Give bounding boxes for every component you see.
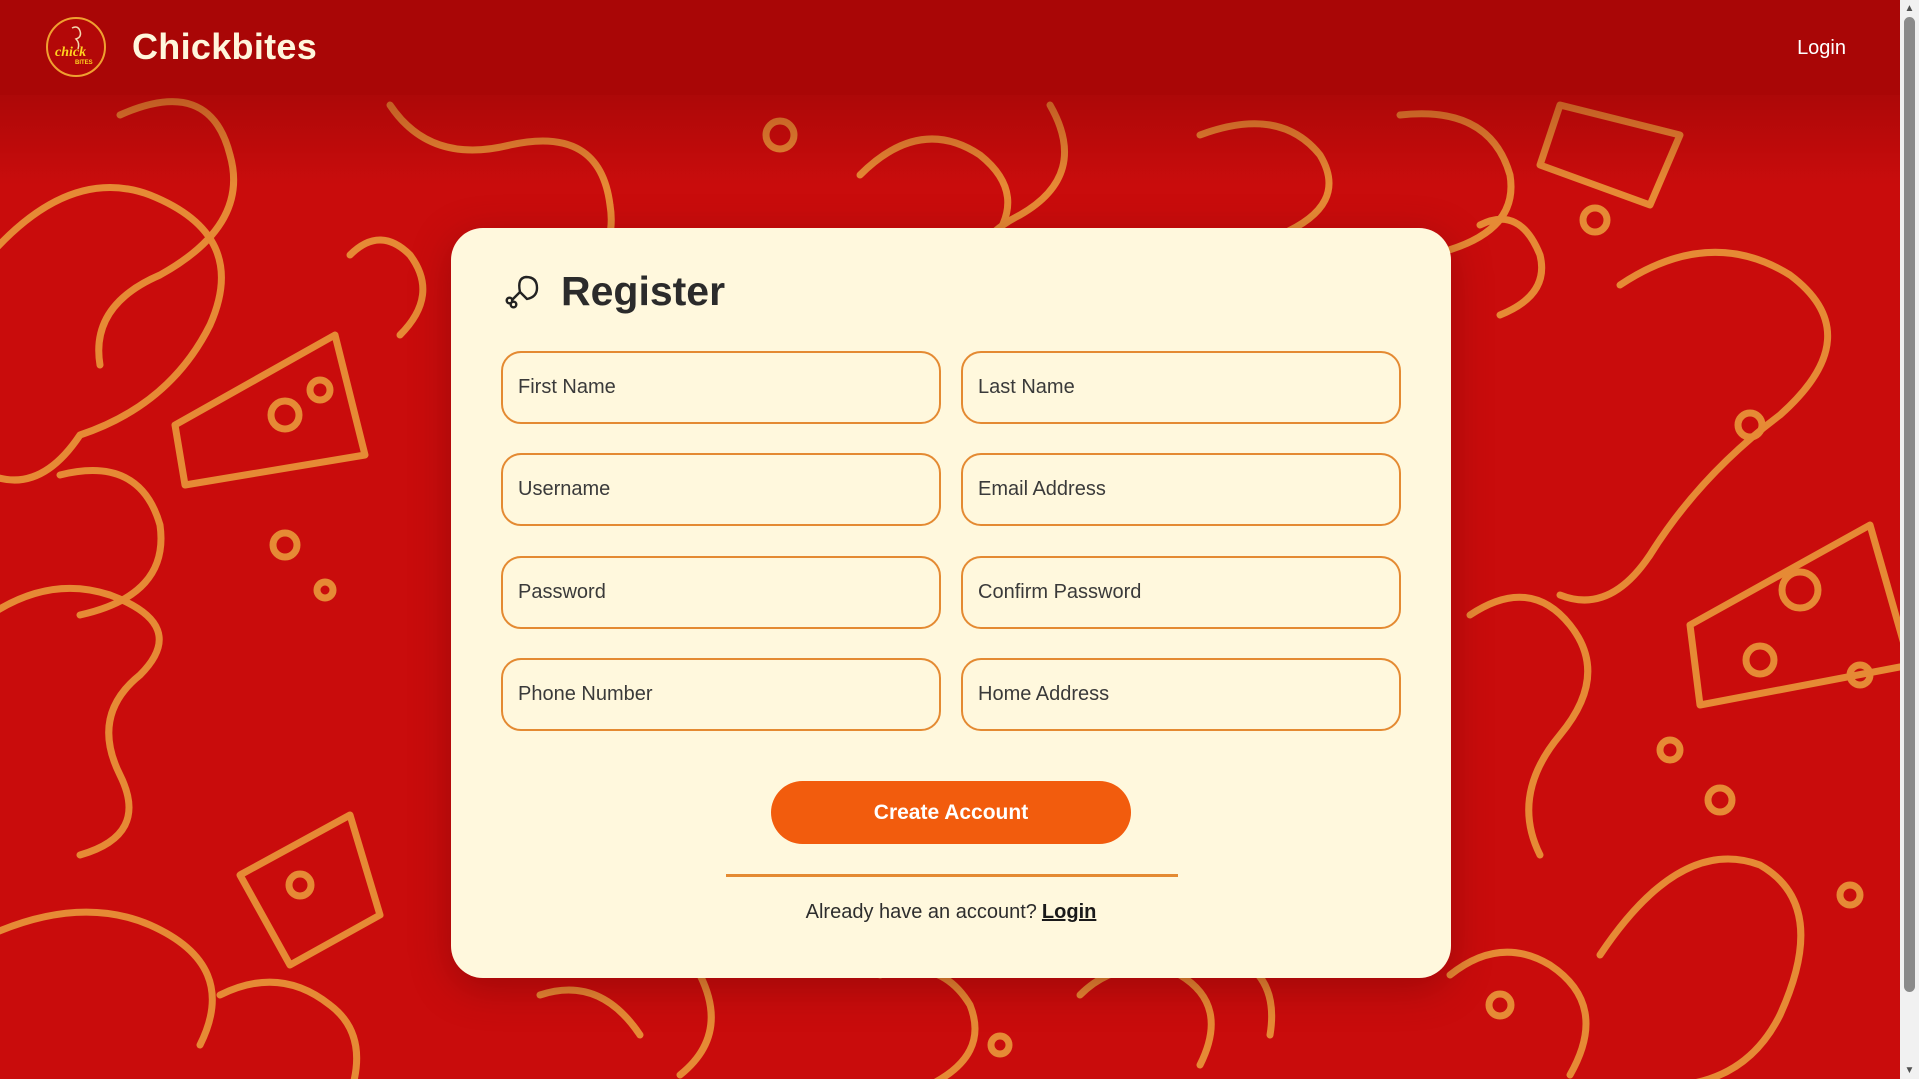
email-field[interactable] [961, 453, 1401, 526]
login-prompt: Already have an account? Login [451, 901, 1451, 924]
confirm-password-field[interactable] [961, 556, 1401, 629]
brand-name[interactable]: Chickbites [132, 26, 317, 68]
password-field[interactable] [501, 556, 941, 629]
drumstick-icon [505, 275, 539, 309]
register-card: Register Create Account Already have an … [451, 228, 1451, 978]
login-prompt-text: Already have an account? [805, 901, 1037, 923]
header-shadow [0, 95, 1900, 185]
login-link[interactable]: Login [1042, 901, 1096, 923]
create-account-button[interactable]: Create Account [771, 781, 1131, 844]
nav-login-link[interactable]: Login [1797, 37, 1846, 60]
scroll-down-arrow-icon[interactable]: ▼ [1900, 1062, 1919, 1079]
home-address-field[interactable] [961, 658, 1401, 731]
first-name-field[interactable] [501, 351, 941, 424]
phone-number-field[interactable] [501, 658, 941, 731]
divider [726, 874, 1178, 877]
chickbites-logo[interactable]: chick BITES [45, 16, 107, 78]
svg-text:BITES: BITES [75, 60, 93, 66]
navbar: chick BITES Chickbites Login [0, 0, 1900, 95]
page-title: Register [561, 268, 726, 314]
register-heading: Register [503, 268, 725, 315]
scroll-up-arrow-icon[interactable]: ▲ [1900, 0, 1919, 17]
svg-text:chick: chick [55, 45, 86, 60]
username-field[interactable] [501, 453, 941, 526]
scroll-thumb[interactable] [1904, 17, 1915, 992]
last-name-field[interactable] [961, 351, 1401, 424]
page-scrollbar[interactable]: ▲ ▼ [1900, 0, 1919, 1079]
